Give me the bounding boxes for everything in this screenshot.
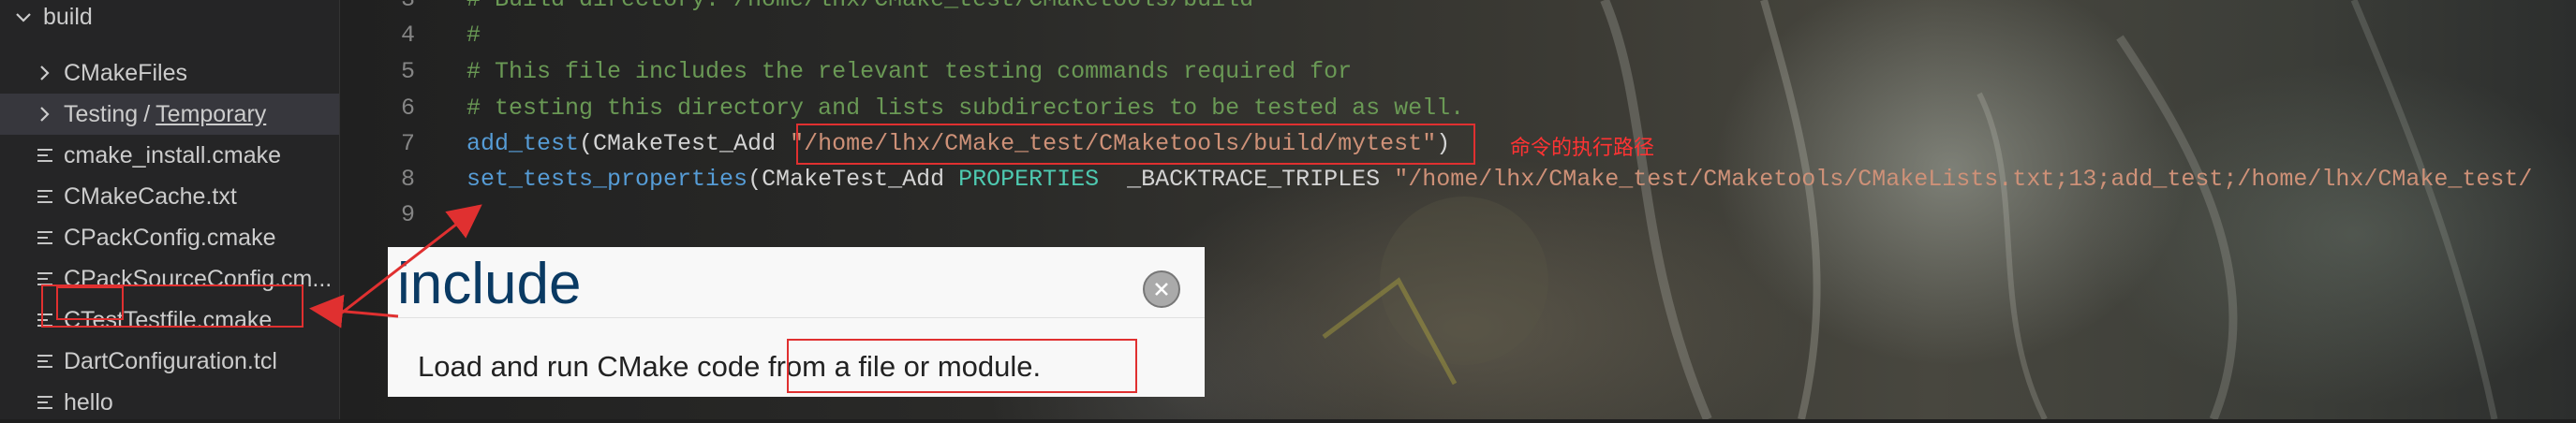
code-line-4: #: [466, 22, 481, 49]
tree-item-label: DartConfiguration.tcl: [64, 347, 277, 374]
tree-item-label: cmake_install.cmake: [64, 141, 282, 168]
line-number: 7: [400, 130, 415, 157]
code-function-name: add_test: [466, 130, 580, 157]
code-line-8: set_tests_properties(CMakeTest_Add PROPE…: [466, 163, 2532, 197]
tree-item-sub-label[interactable]: Temporary: [155, 101, 266, 128]
code-line-3: # Build directory: /home/lhx/CMake_test/…: [466, 0, 1253, 17]
annotation-label: 命令的执行路径: [1510, 137, 1655, 160]
tree-item-testing[interactable]: Testing / Temporary: [0, 94, 339, 135]
tree-item-cmake-install[interactable]: cmake_install.cmake: [0, 135, 339, 176]
chevron-right-icon: [34, 63, 56, 83]
tree-item-cpackconfig[interactable]: CPackConfig.cmake: [0, 217, 339, 258]
tree-item-cmakecache[interactable]: CMakeCache.txt: [0, 176, 339, 217]
code-function-name: set_tests_properties: [466, 166, 748, 193]
tree-item-label: CMakeFiles: [64, 59, 187, 86]
chevron-down-icon: [13, 7, 36, 27]
tree-item-hello[interactable]: hello: [0, 382, 339, 423]
line-number: 4: [400, 22, 415, 49]
code-keyword: PROPERTIES: [958, 166, 1100, 193]
file-lines-icon: [37, 394, 52, 411]
code-line-6: # testing this directory and lists subdi…: [466, 95, 1465, 122]
file-lines-icon: [37, 147, 52, 164]
file-lines-icon: [37, 353, 52, 370]
tree-item-label: CPackConfig.cmake: [64, 224, 276, 251]
code-string: "/home/lhx/CMake_test/CMaketools/CMakeLi…: [1394, 166, 2533, 193]
code-args: (CMakeTest_Add: [579, 130, 791, 157]
tree-folder-label: build: [43, 3, 93, 30]
tree-item-label: CMakeCache.txt: [64, 182, 237, 210]
path-separator: /: [143, 100, 151, 127]
highlight-box-from-file: [787, 339, 1137, 393]
tree-folder-build[interactable]: build: [0, 0, 339, 37]
code-line-5: # This file includes the relevant testin…: [466, 58, 1353, 85]
chevron-right-icon: [34, 104, 56, 124]
line-number: 6: [400, 95, 415, 122]
tree-item-label: Testing: [64, 100, 139, 127]
tree-item-dartconfiguration[interactable]: DartConfiguration.tcl: [0, 341, 339, 382]
line-number: 3: [340, 0, 415, 17]
explorer-sidebar: build CMakeFiles Testing / Temporary cma…: [0, 0, 340, 419]
line-number: 5: [400, 58, 415, 85]
line-number: 9: [400, 201, 415, 228]
popup-title: include: [397, 252, 582, 316]
tree-item-label: hello: [64, 388, 113, 416]
file-lines-icon: [37, 188, 52, 205]
popup-divider: [388, 317, 1205, 318]
tree-item-cmakefiles[interactable]: CMakeFiles: [0, 52, 339, 94]
line-number: 8: [400, 166, 415, 193]
file-lines-icon: [37, 229, 52, 246]
highlight-box-ctest: [56, 286, 124, 320]
code-property-name: _BACKTRACE_TRIPLES: [1099, 166, 1395, 193]
highlight-box-path: [796, 124, 1475, 165]
code-args: (CMakeTest_Add: [748, 166, 959, 193]
close-icon[interactable]: [1143, 270, 1180, 308]
